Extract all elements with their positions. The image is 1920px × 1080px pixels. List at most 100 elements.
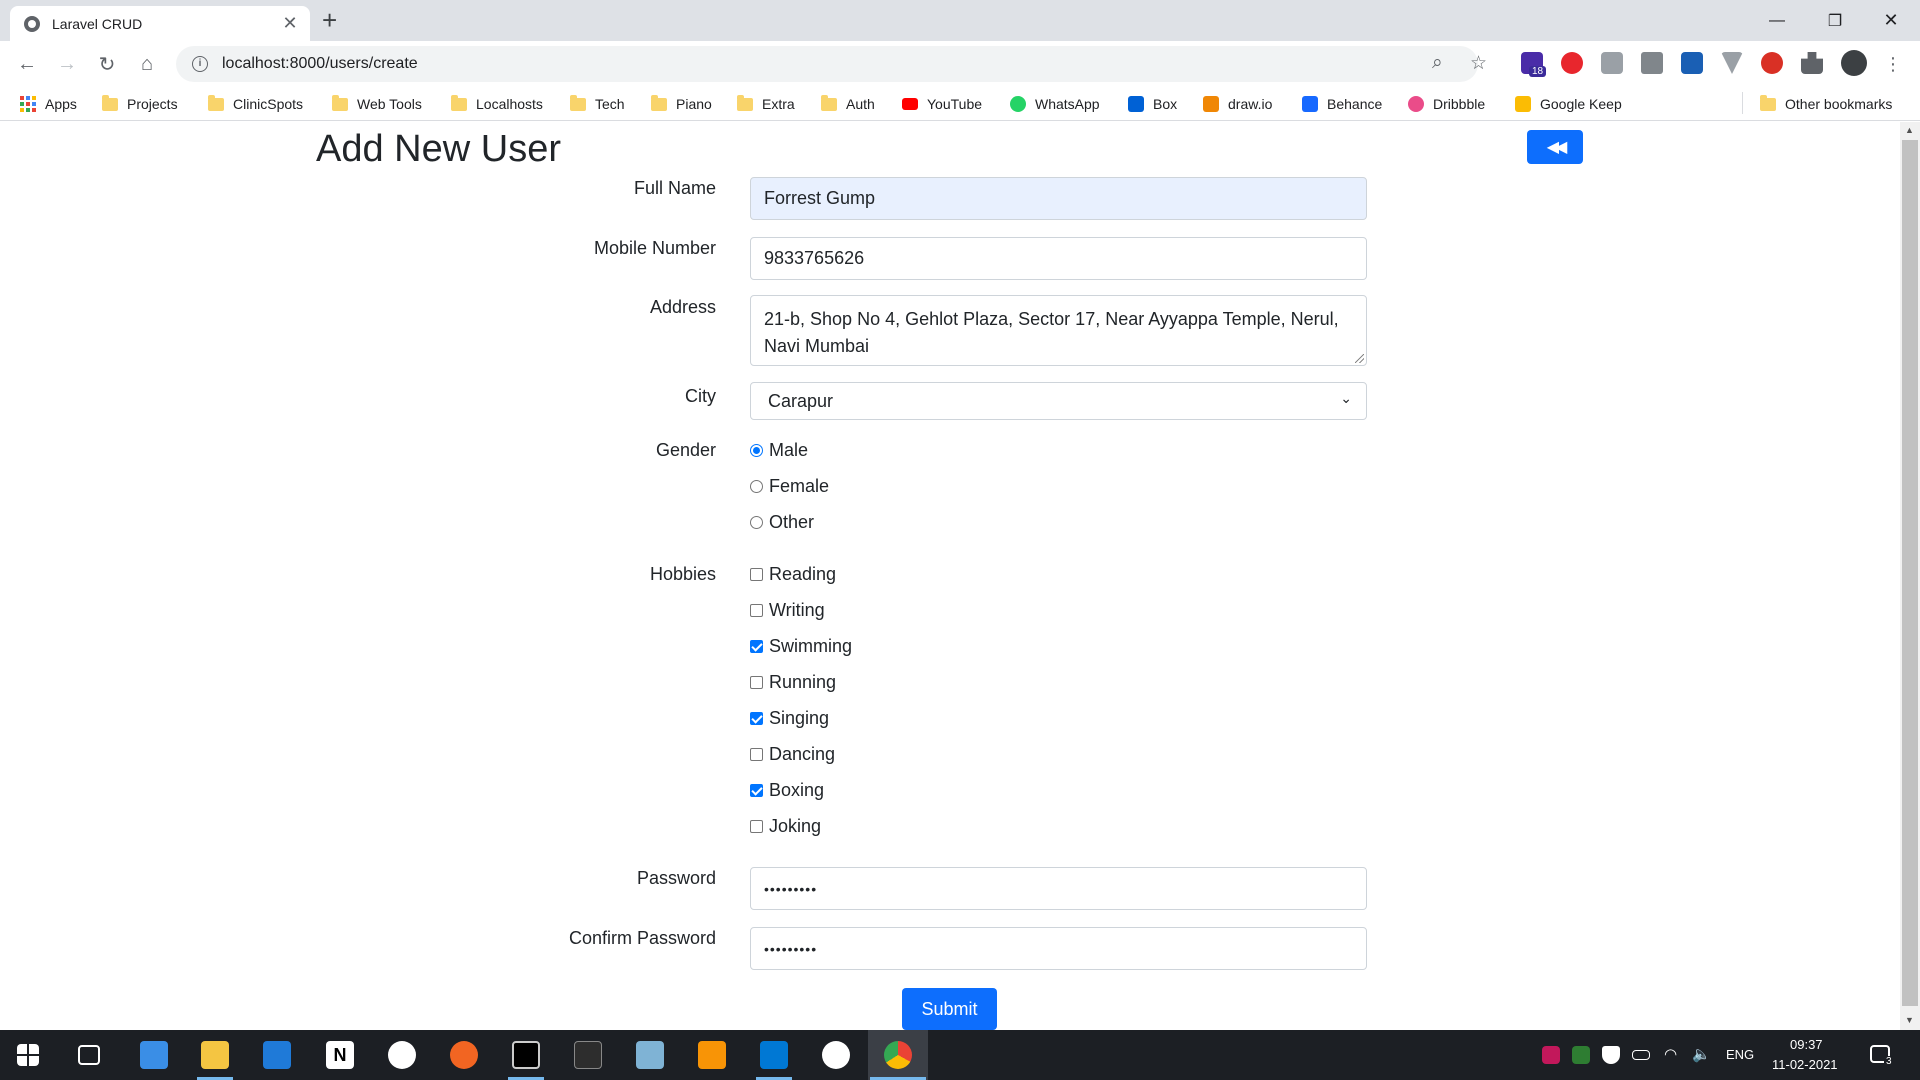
hobby-running[interactable]: Running: [750, 672, 836, 693]
extension-person-icon[interactable]: [1601, 52, 1623, 74]
submit-button[interactable]: Submit: [902, 988, 997, 1030]
bookmark-extra[interactable]: Extra: [737, 93, 795, 115]
mongodb-icon[interactable]: [388, 1041, 416, 1069]
gender-option-other[interactable]: Other: [750, 512, 814, 533]
site-info-icon[interactable]: i: [192, 56, 208, 72]
radio-male[interactable]: [750, 444, 763, 457]
bookmark-google-keep[interactable]: Google Keep: [1515, 93, 1622, 115]
bookmark-whatsapp[interactable]: WhatsApp: [1010, 93, 1100, 115]
bookmark-dribbble[interactable]: Dribbble: [1408, 93, 1485, 115]
checkbox-boxing[interactable]: [750, 784, 763, 797]
wifi-icon[interactable]: ◠: [1664, 1045, 1677, 1063]
mobile-number-input[interactable]: 9833765626: [750, 237, 1367, 280]
hobby-reading[interactable]: Reading: [750, 564, 836, 585]
extension-camera-icon[interactable]: [1641, 52, 1663, 74]
bookmark-box[interactable]: Box: [1128, 93, 1177, 115]
scrollbar-thumb[interactable]: [1902, 140, 1918, 1006]
tray-green-icon[interactable]: [1572, 1046, 1590, 1064]
bookmark-other[interactable]: Other bookmarks: [1760, 93, 1892, 115]
checkbox-running[interactable]: [750, 676, 763, 689]
reload-icon[interactable]: ↻: [92, 49, 122, 79]
clock-time[interactable]: 09:37: [1790, 1037, 1823, 1052]
mail-icon[interactable]: [263, 1041, 291, 1069]
back-button[interactable]: ◀◀: [1527, 130, 1583, 164]
bookmark-drawio[interactable]: draw.io: [1203, 93, 1272, 115]
extension-opera-icon[interactable]: [1561, 52, 1583, 74]
console-icon[interactable]: [574, 1041, 602, 1069]
file-explorer-icon[interactable]: [201, 1041, 229, 1069]
extension-linkedin-icon[interactable]: [1681, 52, 1703, 74]
extensions-puzzle-icon[interactable]: [1801, 52, 1823, 74]
postman-icon[interactable]: [450, 1041, 478, 1069]
bookmark-behance[interactable]: Behance: [1302, 93, 1382, 115]
bookmark-localhosts[interactable]: Localhosts: [451, 93, 543, 115]
language-indicator[interactable]: ENG: [1726, 1047, 1754, 1062]
hobby-writing[interactable]: Writing: [750, 600, 825, 621]
zoom-icon[interactable]: ⌕: [1432, 52, 1443, 74]
app-w-icon[interactable]: [822, 1041, 850, 1069]
address-bar[interactable]: i localhost:8000/users/create ⌕ ☆: [176, 46, 1487, 82]
hobby-joking[interactable]: Joking: [750, 816, 821, 837]
sublime-text-icon[interactable]: [698, 1041, 726, 1069]
bookmark-star-icon[interactable]: ☆: [1470, 52, 1487, 75]
hobby-singing[interactable]: Singing: [750, 708, 829, 729]
minimize-icon[interactable]: —: [1748, 0, 1806, 41]
notepad-icon[interactable]: [636, 1041, 664, 1069]
extension-v-icon[interactable]: [1721, 52, 1743, 74]
resize-grip-icon[interactable]: [1355, 354, 1364, 363]
checkbox-joking[interactable]: [750, 820, 763, 833]
profile-avatar[interactable]: [1841, 50, 1867, 76]
checkbox-writing[interactable]: [750, 604, 763, 617]
chrome-icon[interactable]: [884, 1041, 912, 1069]
notion-icon[interactable]: N: [326, 1041, 354, 1069]
bookmark-web-tools[interactable]: Web Tools: [332, 93, 422, 115]
checkbox-singing[interactable]: [750, 712, 763, 725]
hobby-dancing[interactable]: Dancing: [750, 744, 835, 765]
browser-tab[interactable]: Laravel CRUD ✕: [10, 6, 310, 41]
confirm-password-input[interactable]: •••••••••: [750, 927, 1367, 970]
page-scrollbar[interactable]: ▲ ▼: [1900, 122, 1920, 1030]
bookmark-youtube[interactable]: YouTube: [902, 93, 982, 115]
vscode-icon[interactable]: [760, 1041, 788, 1069]
clock-date[interactable]: 11-02-2021: [1772, 1057, 1838, 1072]
terminal-icon[interactable]: [512, 1041, 540, 1069]
city-select[interactable]: Carapur ⌄: [750, 382, 1367, 420]
bookmark-projects[interactable]: Projects: [102, 93, 178, 115]
close-window-icon[interactable]: ✕: [1862, 0, 1920, 41]
address-textarea[interactable]: 21-b, Shop No 4, Gehlot Plaza, Sector 17…: [750, 295, 1367, 366]
forward-arrow-icon[interactable]: →: [52, 49, 82, 79]
restore-icon[interactable]: ❐: [1806, 0, 1864, 41]
bookmark-tech[interactable]: Tech: [570, 93, 625, 115]
battery-icon[interactable]: [1632, 1050, 1650, 1060]
bookmark-auth[interactable]: Auth: [821, 93, 875, 115]
gender-option-female[interactable]: Female: [750, 476, 829, 497]
checkbox-reading[interactable]: [750, 568, 763, 581]
more-menu-icon[interactable]: ⋮: [1878, 49, 1908, 79]
url-text[interactable]: localhost:8000/users/create: [222, 55, 418, 73]
checkbox-dancing[interactable]: [750, 748, 763, 761]
back-arrow-icon[interactable]: ←: [12, 49, 42, 79]
hobby-boxing[interactable]: Boxing: [750, 780, 824, 801]
bookmark-clinicspots[interactable]: ClinicSpots: [208, 93, 303, 115]
new-tab-button[interactable]: +: [322, 7, 337, 33]
defender-shield-icon[interactable]: [1602, 1046, 1620, 1064]
bookmark-apps[interactable]: Apps: [20, 93, 77, 115]
radio-female[interactable]: [750, 480, 763, 493]
volume-icon[interactable]: 🔈: [1692, 1045, 1711, 1063]
computer-icon[interactable]: [140, 1041, 168, 1069]
windows-start-icon[interactable]: [17, 1044, 39, 1066]
password-input[interactable]: •••••••••: [750, 867, 1367, 910]
home-icon[interactable]: ⌂: [132, 49, 162, 79]
radio-other[interactable]: [750, 516, 763, 529]
bookmark-piano[interactable]: Piano: [651, 93, 712, 115]
hobby-swimming[interactable]: Swimming: [750, 636, 852, 657]
checkbox-swimming[interactable]: [750, 640, 763, 653]
task-view-icon[interactable]: [78, 1045, 100, 1065]
gender-option-male[interactable]: Male: [750, 440, 808, 461]
close-tab-icon[interactable]: ✕: [280, 13, 300, 34]
tray-r-icon[interactable]: [1542, 1046, 1560, 1064]
scroll-up-icon[interactable]: ▲: [1905, 125, 1914, 135]
scroll-down-icon[interactable]: ▼: [1905, 1015, 1914, 1025]
extension-seo-icon[interactable]: [1761, 52, 1783, 74]
full-name-input[interactable]: Forrest Gump: [750, 177, 1367, 220]
